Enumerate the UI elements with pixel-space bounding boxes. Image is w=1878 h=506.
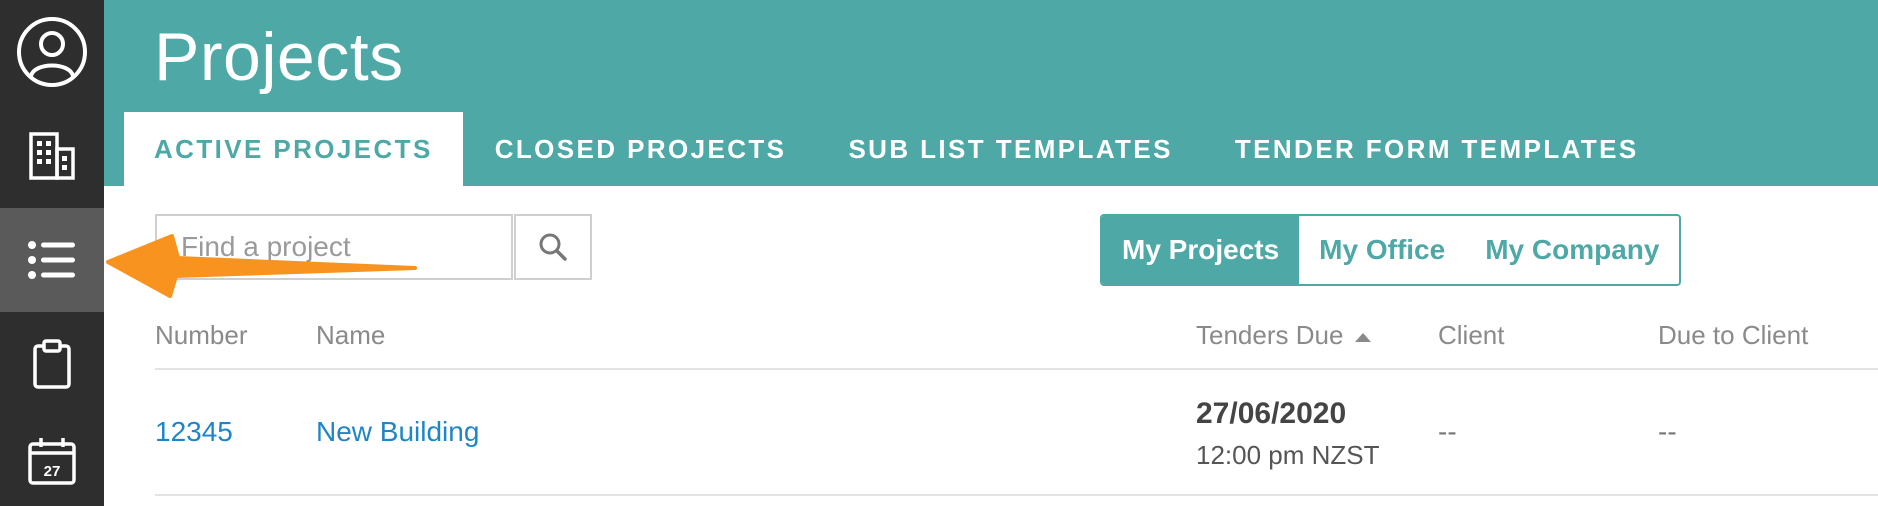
calendar-day: 27 [44,463,61,480]
project-tabs: ACTIVE PROJECTS CLOSED PROJECTS SUB LIST… [124,112,1671,186]
page-title: Projects [154,19,404,95]
calendar-icon: 27 [28,438,76,485]
project-number-link[interactable]: 12345 [155,416,233,448]
due-to-client-value: -- [1658,416,1677,447]
scope-filter: My Projects My Office My Company [1100,214,1682,286]
client-value: -- [1438,416,1457,447]
left-nav-rail: 27 [0,0,104,506]
column-header-number[interactable]: Number [155,320,247,351]
search-button[interactable] [514,214,592,280]
list-icon [28,241,75,279]
building-icon [29,132,75,180]
tenders-due-time: 12:00 pm NZST [1196,440,1380,470]
column-header-client[interactable]: Client [1438,320,1504,351]
table-row-divider [155,494,1878,496]
tab-tender-form-templates[interactable]: TENDER FORM TEMPLATES [1205,112,1669,186]
rail-item-profile[interactable] [0,0,104,104]
tenders-due-date: 27/06/2020 [1196,397,1347,430]
search-icon [539,233,567,261]
tab-sub-list-templates[interactable]: SUB LIST TEMPLATES [818,112,1202,186]
tab-closed-projects[interactable]: CLOSED PROJECTS [465,112,817,186]
filter-my-company[interactable]: My Company [1465,216,1679,284]
table-header-divider [155,368,1878,370]
project-name-link[interactable]: New Building [316,416,479,448]
column-header-due-to-client[interactable]: Due to Client [1658,320,1808,351]
project-search-input[interactable] [155,214,513,280]
user-circle-icon [17,17,87,87]
rail-item-tasks[interactable] [0,312,104,416]
rail-item-calendar[interactable]: 27 [0,416,104,506]
clipboard-icon [33,339,71,389]
column-header-name[interactable]: Name [316,320,385,351]
tab-active-projects[interactable]: ACTIVE PROJECTS [124,112,463,186]
filter-my-office[interactable]: My Office [1299,216,1465,284]
page-header: Projects ACTIVE PROJECTS CLOSED PROJECTS… [104,0,1878,186]
rail-item-companies[interactable] [0,104,104,208]
column-header-tenders-due[interactable]: Tenders Due [1196,320,1372,351]
rail-item-projects[interactable] [0,208,104,312]
filter-my-projects[interactable]: My Projects [1102,216,1300,284]
column-header-tenders-due-label: Tenders Due [1196,320,1344,350]
sort-ascending-icon [1355,332,1372,342]
